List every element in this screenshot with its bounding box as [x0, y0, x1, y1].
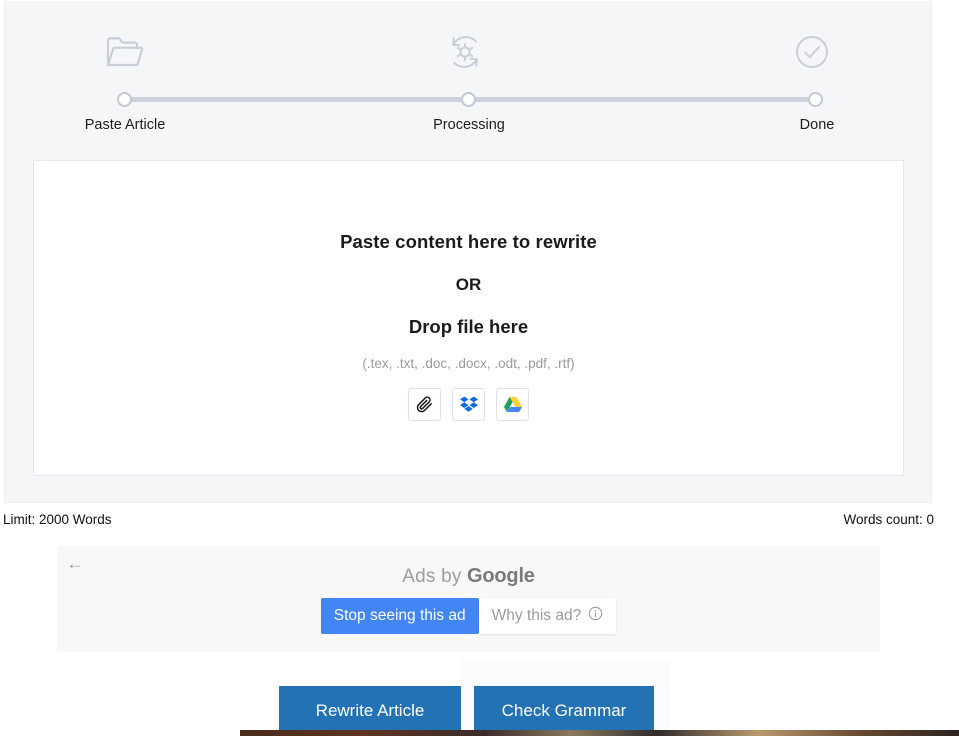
info-circle-icon [588, 606, 603, 626]
page-root: Paste Article Processing Done Paste cont… [0, 0, 959, 736]
editor-panel: Paste Article Processing Done Paste cont… [4, 1, 932, 503]
upload-source-buttons [34, 388, 903, 421]
stop-seeing-this-ad-button[interactable]: Stop seeing this ad [320, 598, 479, 634]
dropzone-title: Paste content here to rewrite [340, 231, 597, 252]
step-label-done: Done [799, 117, 835, 133]
word-limit-label: Limit: 2000 Words [3, 512, 112, 527]
step-dot-done [808, 92, 823, 107]
ad-action-buttons: Stop seeing this ad Why this ad? [57, 598, 880, 634]
google-drive-icon [503, 396, 523, 414]
dropbox-upload-button[interactable] [452, 388, 485, 421]
why-this-ad-button[interactable]: Why this ad? [478, 598, 617, 634]
step-paste-article[interactable] [45, 29, 205, 75]
ads-by-google-label: Ads by Google [57, 565, 880, 588]
google-drive-upload-button[interactable] [496, 388, 529, 421]
check-circle-icon [732, 29, 892, 75]
google-brand-text: Google [467, 565, 535, 587]
dropzone-supported-formats: (.tex, .txt, .doc, .docx, .odt, .pdf, .r… [362, 356, 575, 371]
bottom-ad-image-strip[interactable] [240, 730, 959, 736]
primary-action-bar: Rewrite Article Check Grammar [0, 660, 959, 736]
check-grammar-button[interactable]: Check Grammar [474, 686, 654, 735]
why-this-ad-label: Why this ad? [491, 607, 582, 624]
step-dot-processing [461, 92, 476, 107]
ads-by-text: Ads by [402, 566, 462, 587]
dropzone-content: Paste content here to rewrite OR Drop fi… [34, 231, 903, 421]
dropbox-icon [459, 395, 479, 414]
step-dot-paste-article [117, 92, 132, 107]
folder-open-icon [45, 29, 205, 75]
paperclip-icon [415, 395, 434, 414]
google-ad-panel: ← Ads by Google Stop seeing this ad Why … [57, 546, 880, 652]
word-count-label: Words count: 0 [843, 512, 934, 527]
word-status-bar: Limit: 2000 Words Words count: 0 [0, 512, 959, 538]
step-processing[interactable] [385, 29, 545, 75]
dropzone-or-separator: OR [455, 275, 482, 294]
attach-file-button[interactable] [408, 388, 441, 421]
step-label-paste-article: Paste Article [84, 117, 166, 133]
step-done[interactable] [732, 29, 892, 75]
step-label-processing: Processing [433, 117, 505, 133]
progress-stepper: Paste Article Processing Done [5, 1, 933, 151]
rewrite-article-button[interactable]: Rewrite Article [279, 686, 461, 735]
dropzone-drop-label: Drop file here [408, 316, 529, 337]
paste-dropzone[interactable]: Paste content here to rewrite OR Drop fi… [33, 160, 904, 476]
gear-sync-icon [385, 29, 545, 75]
